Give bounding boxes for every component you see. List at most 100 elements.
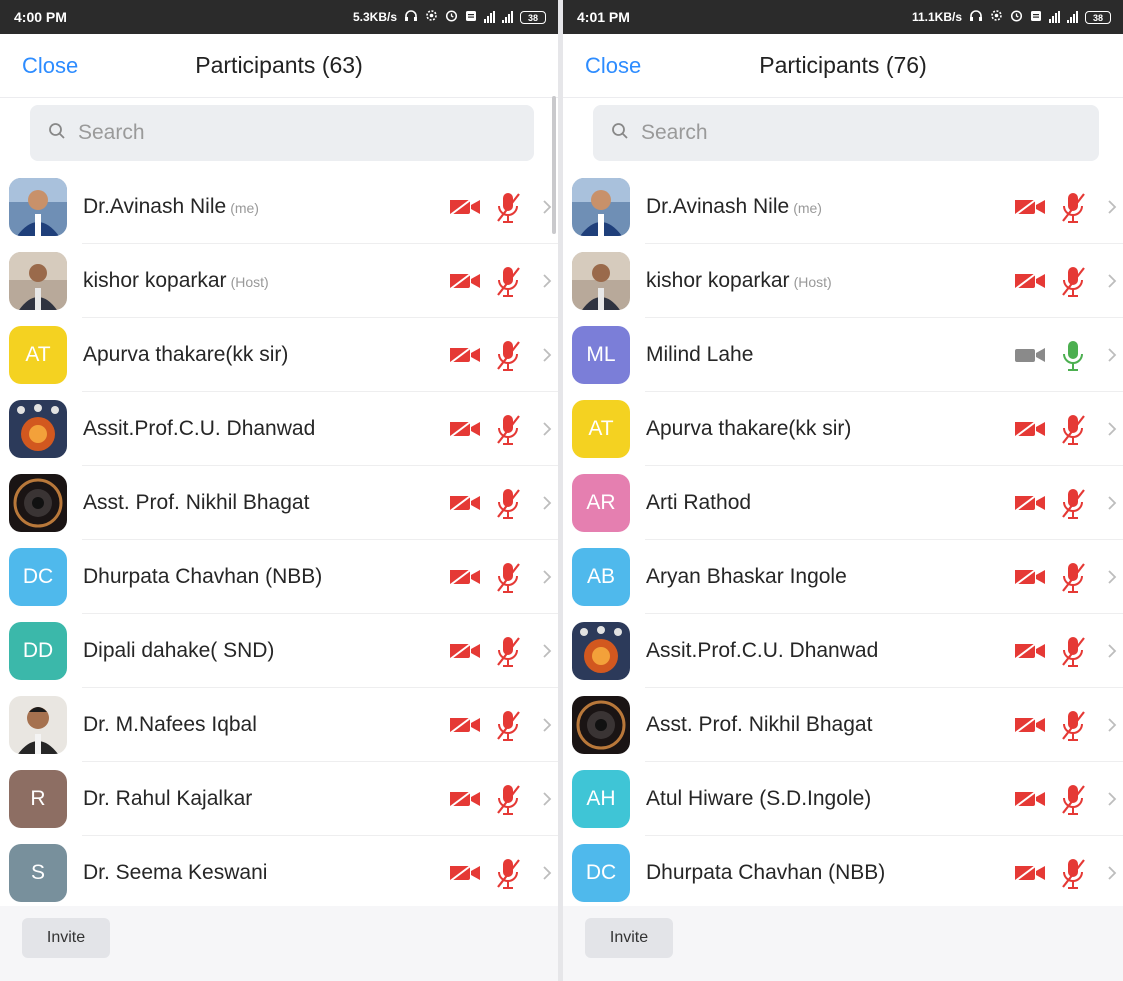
- avatar-initials: ML: [572, 326, 630, 384]
- participant-name-cell: Dipali dahake( SND): [83, 614, 274, 688]
- participant-name: Atul Hiware (S.D.Ingole): [646, 787, 872, 810]
- participant-name: Dr. Rahul Kajalkar: [83, 787, 253, 810]
- avatar-photo: [9, 696, 67, 754]
- participant-row[interactable]: Dr.Avinash Nile (me): [0, 170, 558, 244]
- chevron-right-icon: [1107, 421, 1117, 442]
- participant-name-cell: Dr. Seema Keswani: [83, 836, 267, 910]
- participant-name: Assit.Prof.C.U. Dhanwad: [83, 417, 316, 440]
- network-speed: 11.1KB/s: [911, 10, 962, 24]
- search-box[interactable]: [593, 105, 1099, 161]
- avatar-initials: R: [9, 770, 67, 828]
- participant-row[interactable]: AT Apurva thakare(kk sir): [0, 318, 558, 392]
- video-off-icon: [448, 640, 482, 667]
- headphones-icon: [404, 9, 418, 25]
- battery-icon: 38: [520, 10, 546, 24]
- participant-name-cell: Dr.Avinash Nile (me): [83, 170, 259, 244]
- participant-row[interactable]: Dr. M.Nafees Iqbal: [0, 688, 558, 762]
- participant-list: Dr.Avinash Nile (me) kishor koparkar (Host)…: [563, 170, 1123, 910]
- participant-row[interactable]: Asst. Prof. Nikhil Bhagat: [563, 688, 1123, 762]
- participant-row[interactable]: DC Dhurpata Chavhan (NBB): [0, 540, 558, 614]
- participant-row[interactable]: kishor koparkar (Host): [0, 244, 558, 318]
- participant-name: Apurva thakare(kk sir): [83, 343, 289, 366]
- wifi-signal-icon: [1049, 11, 1060, 23]
- participant-row[interactable]: AH Atul Hiware (S.D.Ingole): [563, 762, 1123, 836]
- chevron-right-icon: [1107, 717, 1117, 738]
- search-box[interactable]: [30, 105, 534, 161]
- avatar-photo: [572, 696, 630, 754]
- notification-icon: [465, 10, 477, 25]
- mic-muted-icon: [495, 265, 521, 304]
- participant-row[interactable]: AB Aryan Bhaskar Ingole: [563, 540, 1123, 614]
- participant-name: Milind Lahe: [646, 343, 754, 366]
- video-off-icon: [1013, 270, 1047, 297]
- invite-button[interactable]: Invite: [22, 918, 110, 958]
- video-off-icon: [448, 270, 482, 297]
- participant-name: Assit.Prof.C.U. Dhanwad: [646, 639, 879, 662]
- status-icons: 11.1KB/s 38: [912, 9, 1111, 25]
- participant-name: kishor koparkar: [646, 269, 790, 292]
- participant-name: Dr.Avinash Nile: [83, 195, 227, 218]
- mic-muted-icon: [1060, 561, 1086, 600]
- avatar-photo: [9, 474, 67, 532]
- avatar-initials: AT: [572, 400, 630, 458]
- participant-row[interactable]: Asst. Prof. Nikhil Bhagat: [0, 466, 558, 540]
- battery-icon: 38: [1085, 10, 1111, 24]
- search-container: [563, 98, 1123, 168]
- participant-name-cell: Arti Rathod: [646, 466, 751, 540]
- video-off-icon: [448, 492, 482, 519]
- participant-name: Asst. Prof. Nikhil Bhagat: [83, 491, 310, 514]
- participant-name-cell: Dhurpata Chavhan (NBB): [646, 836, 885, 910]
- avatar-initials: DC: [9, 548, 67, 606]
- video-off-icon: [1013, 566, 1047, 593]
- page-title: Participants (76): [759, 52, 927, 78]
- network-speed: 5.3KB/s: [352, 10, 397, 24]
- mic-muted-icon: [1060, 783, 1086, 822]
- mic-muted-icon: [495, 783, 521, 822]
- status-time: 4:00 PM: [14, 9, 67, 25]
- participant-row[interactable]: R Dr. Rahul Kajalkar: [0, 762, 558, 836]
- video-off-icon: [1013, 714, 1047, 741]
- notification-icon: [1030, 10, 1042, 25]
- close-button[interactable]: Close: [585, 34, 641, 98]
- participant-row[interactable]: AR Arti Rathod: [563, 466, 1123, 540]
- participant-name: Dr.Avinash Nile: [646, 195, 790, 218]
- participant-row[interactable]: DD Dipali dahake( SND): [0, 614, 558, 688]
- search-input[interactable]: [76, 120, 460, 146]
- chevron-right-icon: [1107, 199, 1117, 220]
- participant-row[interactable]: kishor koparkar (Host): [563, 244, 1123, 318]
- mic-muted-icon: [495, 339, 521, 378]
- participant-name-cell: Assit.Prof.C.U. Dhanwad: [646, 614, 878, 688]
- participant-row[interactable]: S Dr. Seema Keswani: [0, 836, 558, 910]
- chevron-right-icon: [542, 495, 552, 516]
- chevron-right-icon: [542, 199, 552, 220]
- participant-row[interactable]: Dr.Avinash Nile (me): [563, 170, 1123, 244]
- cell-signal-icon: [502, 11, 513, 23]
- participant-row[interactable]: Assit.Prof.C.U. Dhanwad: [563, 614, 1123, 688]
- avatar-photo: [572, 252, 630, 310]
- scroll-indicator[interactable]: [552, 96, 556, 234]
- headphones-icon: [969, 9, 983, 25]
- close-button[interactable]: Close: [22, 34, 78, 98]
- participant-role: (me): [793, 200, 822, 216]
- participant-row[interactable]: AT Apurva thakare(kk sir): [563, 392, 1123, 466]
- mic-muted-icon: [1060, 857, 1086, 896]
- avatar-initials: DC: [572, 844, 630, 902]
- chevron-right-icon: [542, 421, 552, 442]
- footer: Invite: [563, 906, 1123, 981]
- mic-muted-icon: [495, 413, 521, 452]
- participant-row[interactable]: DC Dhurpata Chavhan (NBB): [563, 836, 1123, 910]
- participant-name: Dhurpata Chavhan (NBB): [83, 565, 323, 588]
- alarm-icon: [1010, 9, 1023, 25]
- invite-button[interactable]: Invite: [585, 918, 673, 958]
- chevron-right-icon: [1107, 865, 1117, 886]
- avatar-photo: [572, 178, 630, 236]
- mic-muted-icon: [1060, 413, 1086, 452]
- participant-row[interactable]: Assit.Prof.C.U. Dhanwad: [0, 392, 558, 466]
- participant-name: Dhurpata Chavhan (NBB): [646, 861, 886, 884]
- video-off-icon: [448, 418, 482, 445]
- mic-muted-icon: [1060, 265, 1086, 304]
- participant-name-cell: kishor koparkar (Host): [83, 244, 269, 318]
- status-icons: 5.3KB/s 38: [353, 9, 546, 25]
- participant-row[interactable]: ML Milind Lahe: [563, 318, 1123, 392]
- search-input[interactable]: [639, 120, 1023, 146]
